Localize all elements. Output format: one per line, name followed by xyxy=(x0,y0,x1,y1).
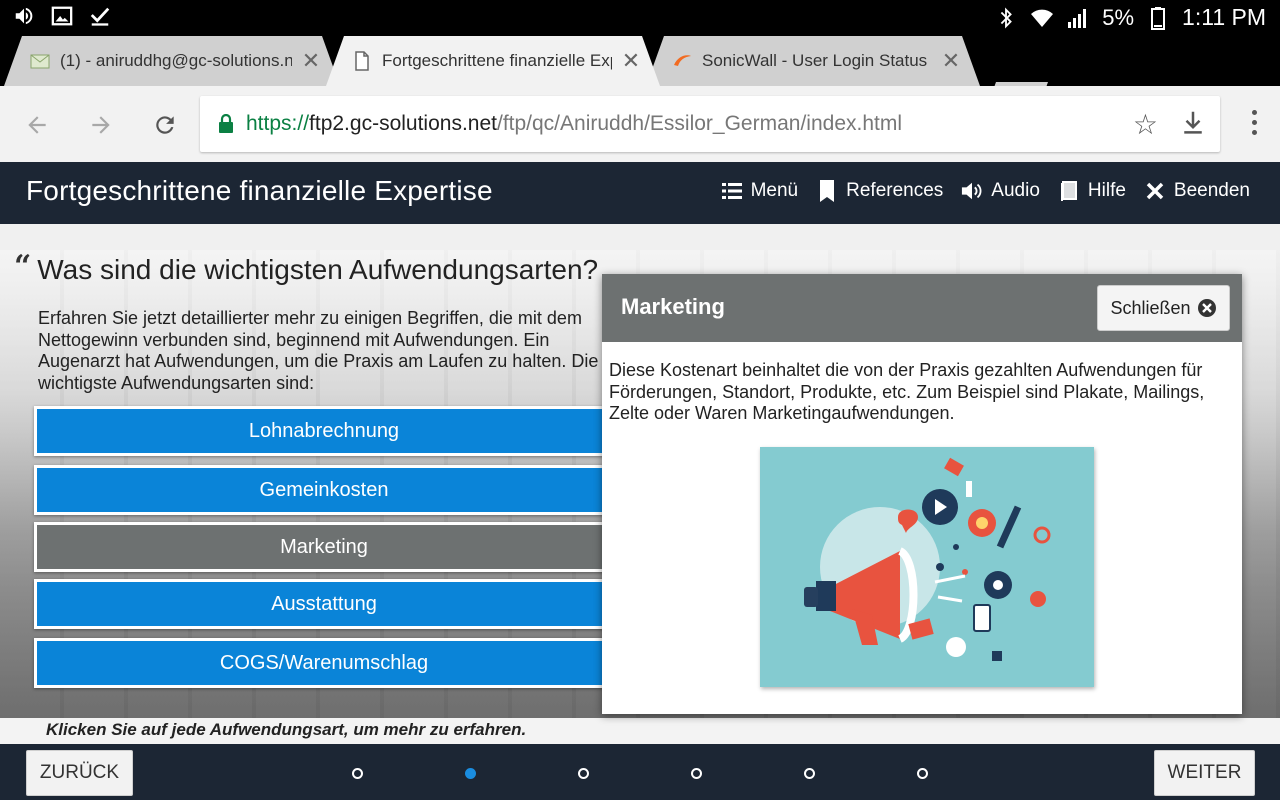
popup-header: Marketing Schließen xyxy=(602,274,1242,342)
intro-text: Erfahren Sie jetzt detaillierter mehr zu… xyxy=(38,308,599,393)
course-title: Fortgeschrittene finanzielle Expertise xyxy=(26,175,493,206)
menu-label: Menü xyxy=(750,180,799,201)
close-circle-icon xyxy=(1197,298,1217,318)
reload-icon[interactable] xyxy=(148,108,182,142)
help-button[interactable]: Hilfe xyxy=(1058,180,1126,202)
page-dot-4[interactable] xyxy=(691,768,702,779)
mail-icon xyxy=(30,51,50,71)
open-quote-icon: “ xyxy=(14,249,32,284)
check-download-icon xyxy=(88,4,112,28)
next-button[interactable]: WEITER xyxy=(1154,750,1255,796)
bluetooth-icon xyxy=(994,6,1018,30)
tab-title: (1) - aniruddhg@gc-solutions.ne xyxy=(60,51,292,70)
course-menu: Menü References Audio Hilfe Beenden xyxy=(721,180,1250,202)
exit-button[interactable]: Beenden xyxy=(1144,180,1250,202)
close-icon[interactable]: ✕ xyxy=(300,48,322,74)
browser-toolbar: https://ftp2.gc-solutions.net/ftp/qc/Ani… xyxy=(0,86,1280,162)
browser-tab-mail[interactable]: (1) - aniruddhg@gc-solutions.ne ✕ xyxy=(4,36,340,86)
question-text: Was sind die wichtigsten Aufwendungsarte… xyxy=(37,254,599,285)
tab-title: SonicWall - User Login Status xyxy=(702,51,928,70)
course-header: Fortgeschrittene finanzielle Expertise M… xyxy=(0,162,1280,224)
overflow-menu-icon[interactable] xyxy=(1250,110,1258,140)
wifi-icon xyxy=(1030,6,1054,30)
close-icon[interactable]: ✕ xyxy=(620,48,642,74)
back-label: ZURÜCK xyxy=(39,762,120,783)
speaker-icon xyxy=(961,180,983,202)
url-text: https://ftp2.gc-solutions.net/ftp/qc/Ani… xyxy=(246,112,903,135)
browser-tab-strip: (1) - aniruddhg@gc-solutions.ne ✕ Fortge… xyxy=(0,34,1280,86)
document-icon xyxy=(352,51,372,71)
references-label: References xyxy=(846,180,944,201)
page-dot-3[interactable] xyxy=(578,768,589,779)
page-dot-6[interactable] xyxy=(917,768,928,779)
page-dot-2[interactable] xyxy=(465,768,476,779)
forward-arrow-icon[interactable] xyxy=(84,108,118,142)
close-x-icon xyxy=(1144,180,1166,202)
category-button-lohnabrechnung[interactable]: Lohnabrechnung xyxy=(34,406,614,456)
exit-label: Beenden xyxy=(1173,180,1250,201)
stage-top-strip xyxy=(0,224,1280,250)
volume-icon xyxy=(12,4,36,28)
next-label: WEITER xyxy=(1167,762,1242,783)
instruction-hint: Klicken Sie auf jede Aufwendungsart, um … xyxy=(46,720,527,739)
menu-button[interactable]: Menü xyxy=(721,180,799,202)
popup-title: Marketing xyxy=(621,294,725,319)
book-icon xyxy=(1058,180,1080,202)
help-label: Hilfe xyxy=(1087,180,1126,201)
back-arrow-icon[interactable] xyxy=(20,108,54,142)
android-status-bar: 5% 1:11 PM xyxy=(0,0,1280,34)
category-button-ausstattung[interactable]: Ausstattung xyxy=(34,579,614,629)
question-heading: “ Was sind die wichtigsten Aufwendungsar… xyxy=(14,249,599,286)
battery-percent: 5% xyxy=(1102,4,1135,30)
browser-tab-course[interactable]: Fortgeschrittene finanzielle Exp ✕ xyxy=(326,36,660,86)
megaphone-illustration xyxy=(760,447,1094,687)
course-footer: ZURÜCK WEITER xyxy=(0,744,1280,800)
sonicwall-icon xyxy=(672,51,692,71)
image-icon xyxy=(50,4,74,28)
back-button[interactable]: ZURÜCK xyxy=(26,750,133,796)
marketing-popup: Marketing Schließen Diese Kostenart bein… xyxy=(602,274,1242,714)
list-icon xyxy=(721,180,743,202)
address-bar[interactable]: https://ftp2.gc-solutions.net/ftp/qc/Ani… xyxy=(200,96,1220,152)
clock: 1:11 PM xyxy=(1182,4,1266,30)
audio-label: Audio xyxy=(991,180,1040,201)
signal-icon xyxy=(1066,6,1090,30)
close-popup-label: Schließen xyxy=(1110,297,1191,318)
lock-icon xyxy=(218,114,234,134)
star-icon[interactable]: ☆ xyxy=(1133,108,1158,141)
download-icon[interactable] xyxy=(1178,108,1208,138)
category-button-marketing[interactable]: Marketing xyxy=(34,522,614,572)
tab-title: Fortgeschrittene finanzielle Exp xyxy=(382,51,612,70)
category-button-cogs[interactable]: COGS/Warenumschlag xyxy=(34,638,614,688)
battery-icon xyxy=(1146,6,1170,30)
page-dot-1[interactable] xyxy=(352,768,363,779)
close-icon[interactable]: ✕ xyxy=(940,48,962,74)
page-dot-5[interactable] xyxy=(804,768,815,779)
close-popup-button[interactable]: Schließen xyxy=(1097,285,1230,331)
bookmark-icon xyxy=(816,180,838,202)
popup-body-text: Diese Kostenart beinhaltet die von der P… xyxy=(609,360,1205,423)
browser-tab-sonicwall[interactable]: SonicWall - User Login Status ✕ xyxy=(646,36,980,86)
references-button[interactable]: References xyxy=(816,180,943,202)
audio-button[interactable]: Audio xyxy=(961,180,1040,202)
category-button-gemeinkosten[interactable]: Gemeinkosten xyxy=(34,465,614,515)
